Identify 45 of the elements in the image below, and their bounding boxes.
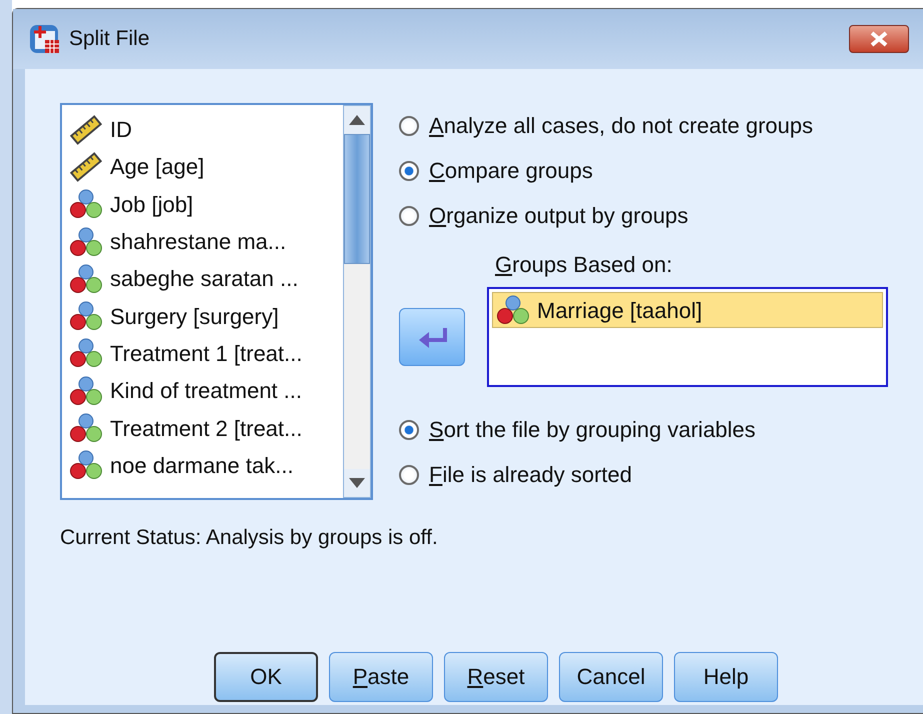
- radio-label[interactable]: Compare groups: [429, 154, 593, 187]
- radio-button[interactable]: [399, 160, 419, 180]
- dialog-button[interactable]: OK: [214, 652, 318, 702]
- radio-button[interactable]: [399, 116, 419, 136]
- circles-icon: [70, 376, 102, 406]
- radio-button[interactable]: [399, 464, 419, 484]
- groups-label: Groups Based on:: [495, 251, 674, 279]
- close-icon[interactable]: [868, 31, 890, 47]
- circles-icon: [70, 264, 102, 294]
- variable-item[interactable]: Treatment 2 [treat...: [110, 412, 302, 445]
- circles-icon: [497, 295, 529, 325]
- variable-item[interactable]: Age [age]: [110, 150, 204, 184]
- dialog-button[interactable]: Reset: [444, 652, 548, 702]
- status-text: Current Status: Analysis by groups is off.: [60, 525, 439, 551]
- scroll-down-icon[interactable]: [349, 478, 365, 488]
- window-title: Split File: [69, 26, 151, 52]
- circles-icon: [70, 226, 102, 257]
- radio-label[interactable]: Organize output by groups: [429, 199, 688, 232]
- variable-item[interactable]: Treatment 1 [treat...: [110, 336, 302, 370]
- circles-icon: [70, 413, 102, 444]
- move-button[interactable]: [399, 308, 465, 366]
- variable-item[interactable]: Surgery [surgery]: [110, 300, 279, 333]
- group-item[interactable]: Marriage [taahol]: [492, 292, 883, 328]
- spreadsheet-icon: [29, 23, 61, 55]
- radio-label[interactable]: File is already sorted: [429, 458, 632, 491]
- radio-button[interactable]: [399, 206, 419, 226]
- radio-label[interactable]: Sort the file by grouping variables: [429, 413, 756, 446]
- dialog-button[interactable]: Help: [674, 652, 778, 702]
- radio-label[interactable]: Analyze all cases, do not create groups: [429, 109, 814, 142]
- variable-item[interactable]: noe darmane tak...: [110, 448, 294, 482]
- circles-icon: [70, 189, 102, 220]
- close-button[interactable]: [849, 25, 909, 53]
- radio-button[interactable]: [399, 420, 419, 440]
- scrollbar[interactable]: [343, 105, 371, 498]
- circles-icon: [70, 338, 102, 368]
- circles-icon: [70, 301, 102, 332]
- variable-item[interactable]: shahrestane ma...: [110, 225, 286, 258]
- variable-item[interactable]: Job [job]: [110, 188, 194, 221]
- variable-item[interactable]: ID: [110, 113, 132, 146]
- dialog-button[interactable]: Cancel: [559, 652, 663, 702]
- dialog-button[interactable]: Paste: [329, 652, 433, 702]
- scroll-up-icon[interactable]: [349, 115, 365, 125]
- circles-icon: [70, 450, 102, 480]
- variable-item[interactable]: Kind of treatment ...: [110, 374, 302, 408]
- variable-item[interactable]: sabeghe saratan ...: [110, 262, 298, 296]
